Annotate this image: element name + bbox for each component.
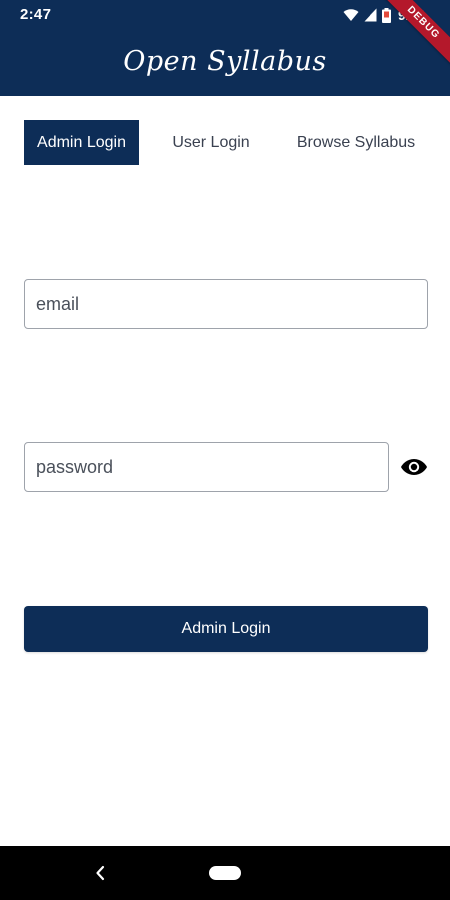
password-input[interactable]	[25, 443, 388, 491]
system-nav-bar	[0, 846, 450, 900]
signal-icon	[364, 8, 377, 22]
status-bar: 2:47	[0, 0, 450, 32]
battery-icon	[381, 7, 391, 23]
eye-icon[interactable]	[400, 455, 428, 479]
status-time: 2:47	[20, 6, 52, 23]
password-field	[24, 442, 389, 492]
back-icon[interactable]	[90, 860, 112, 886]
email-field	[24, 279, 428, 329]
tab-browse-syllabus[interactable]: Browse Syllabus	[285, 120, 427, 165]
tab-admin-login[interactable]: Admin Login	[24, 120, 139, 165]
email-input[interactable]	[25, 280, 427, 328]
wifi-icon	[343, 8, 359, 22]
admin-login-button[interactable]: Admin Login	[24, 606, 428, 652]
home-icon[interactable]	[209, 866, 241, 880]
tab-user-login[interactable]: User Login	[160, 120, 262, 165]
login-tabs: Admin Login User Login Browse Syllabus	[0, 120, 450, 166]
header: 2:47 DEBUG Open Syllabus	[0, 0, 450, 96]
app-screen: 2:47 DEBUG Open Syllabus Admin Login Use…	[0, 0, 450, 900]
app-title: Open Syllabus	[123, 46, 327, 77]
